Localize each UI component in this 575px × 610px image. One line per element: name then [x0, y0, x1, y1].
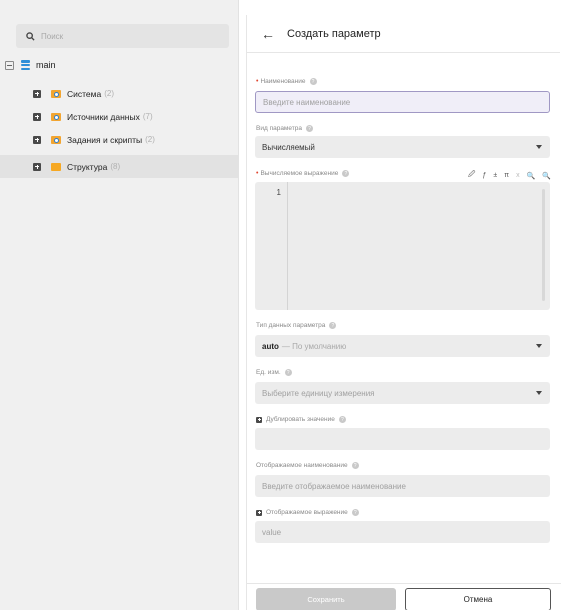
help-icon[interactable]: ? [351, 462, 359, 469]
tree-item-tasks-scripts[interactable]: Задания и скрипты (2) [0, 128, 238, 151]
type-label-row: Вид параметра ? [256, 125, 314, 132]
tree-item-structure[interactable]: Структура (8) [0, 155, 238, 178]
help-icon[interactable]: ? [338, 416, 346, 423]
folder-icon [51, 89, 61, 98]
type-label: Вид параметра [256, 125, 303, 132]
chevron-down-icon [536, 391, 542, 395]
unit-placeholder: Выберите единицу измерения [262, 388, 375, 398]
datatype-label-row: Тип данных параметра ? [256, 322, 337, 329]
expand-icon[interactable] [33, 135, 41, 144]
expand-plus-icon[interactable] [256, 509, 262, 516]
variable-icon[interactable]: x [516, 172, 520, 179]
display-name-label: Отображаемое наименование [256, 462, 348, 469]
display-name-label-row: Отображаемое наименование ? [256, 462, 359, 469]
search-placeholder: Поиск [41, 31, 64, 41]
tree-item-data-sources[interactable]: Источники данных (7) [0, 105, 238, 128]
tree-item-label: Источники данных [67, 111, 140, 122]
tree-item-label: Система [67, 88, 102, 99]
unit-select[interactable]: Выберите единицу измерения [255, 382, 550, 404]
tree-item-system[interactable]: Система (2) [0, 82, 238, 105]
chevron-down-icon [536, 145, 542, 149]
form-footer: Сохранить Отмена [247, 583, 561, 610]
datatype-value: auto [262, 341, 279, 351]
help-icon[interactable]: ? [351, 509, 359, 516]
display-name-placeholder: Введите отображаемое наименование [262, 481, 406, 491]
search-icon [26, 31, 35, 41]
help-icon[interactable]: ? [309, 78, 317, 85]
back-arrow-icon[interactable]: ← [261, 26, 277, 42]
datatype-label: Тип данных параметра [256, 322, 326, 329]
folder-icon [51, 162, 61, 171]
name-label-row: • Наименование ? [256, 78, 317, 85]
zoom-in-icon[interactable]: 🔍 [542, 172, 551, 180]
tree-item-count: (8) [110, 162, 121, 171]
expand-icon[interactable] [33, 89, 41, 98]
folder-icon [51, 135, 61, 144]
help-icon[interactable]: ? [306, 125, 314, 132]
panel-header: ← Создать параметр [247, 15, 560, 53]
database-icon [21, 60, 30, 70]
page-title: Создать параметр [287, 27, 381, 40]
search-input[interactable]: Поиск [16, 24, 229, 48]
expression-editor[interactable]: 1 [255, 182, 550, 310]
function-icon[interactable]: ƒ [482, 172, 486, 179]
create-parameter-panel: ← Создать параметр • Наименование ? Введ… [246, 15, 561, 610]
expand-icon[interactable] [33, 162, 41, 171]
duplicate-field[interactable] [255, 428, 550, 450]
cancel-button[interactable]: Отмена [405, 588, 551, 610]
collapse-icon[interactable] [5, 60, 14, 70]
display-expr-placeholder: value [262, 527, 282, 537]
unit-label-row: Ед. изм. ? [256, 369, 292, 376]
unit-label: Ед. изм. [256, 369, 281, 376]
save-button[interactable]: Сохранить [256, 588, 396, 610]
display-expr-label-row: Отображаемое выражение ? [256, 509, 359, 516]
navigation-panel: Поиск main Система (2) Источники данных … [0, 0, 239, 610]
zoom-out-icon[interactable]: 🔍 [527, 172, 536, 180]
help-icon[interactable]: ? [342, 170, 350, 177]
datatype-select[interactable]: auto — По умолчанию [255, 335, 550, 357]
display-expr-input[interactable]: value [255, 521, 550, 543]
tree-item-label: Задания и скрипты [67, 134, 143, 145]
type-select[interactable]: Вычисляемый [255, 136, 550, 158]
tree-item-count: (2) [104, 89, 115, 98]
tree-item-count: (7) [142, 112, 153, 121]
datatype-hint: — По умолчанию [281, 341, 347, 351]
name-input[interactable]: Введите наименование [255, 91, 550, 113]
expression-label-row: • Вычисляемое выражение ? [256, 170, 350, 177]
magic-wand-icon[interactable]: 🖉 [468, 170, 475, 181]
expand-icon[interactable] [33, 112, 41, 121]
tree-root-main[interactable]: main [5, 56, 56, 74]
line-gutter: 1 [255, 182, 288, 310]
duplicate-label-row: Дублировать значение ? [256, 416, 346, 423]
help-icon[interactable]: ? [284, 369, 292, 376]
plus-minus-icon[interactable]: ± [493, 172, 497, 179]
folder-icon [51, 112, 61, 121]
tree-item-label: Структура [67, 161, 108, 172]
tree-root-label: main [36, 60, 56, 70]
required-marker: • [256, 78, 259, 85]
tree-item-count: (2) [145, 135, 155, 144]
display-expr-label: Отображаемое выражение [266, 509, 348, 516]
chevron-down-icon [536, 344, 542, 348]
required-marker: • [256, 170, 259, 177]
help-icon[interactable]: ? [329, 322, 337, 329]
expand-plus-icon[interactable] [256, 416, 262, 423]
type-value: Вычисляемый [262, 142, 315, 152]
name-placeholder: Введите наименование [263, 97, 351, 107]
display-name-input[interactable]: Введите отображаемое наименование [255, 475, 550, 497]
editor-scrollbar[interactable] [542, 189, 545, 301]
expression-toolbar: 🖉 ƒ ± π x 🔍 🔍 [468, 170, 551, 181]
expression-label: Вычисляемое выражение [260, 170, 339, 177]
duplicate-label: Дублировать значение [266, 416, 335, 423]
pi-icon[interactable]: π [504, 172, 509, 179]
line-number: 1 [276, 188, 281, 197]
name-label: Наименование [260, 78, 306, 85]
